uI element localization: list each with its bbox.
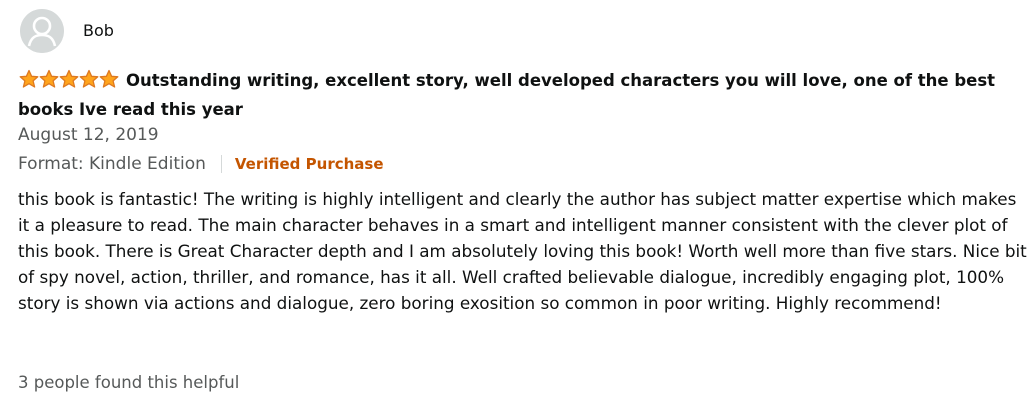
reviewer-profile[interactable]: Bob (20, 9, 114, 53)
verified-purchase-badge: Verified Purchase (234, 155, 384, 173)
helpful-count: 3 people found this helpful (18, 373, 240, 392)
star-icon (19, 69, 39, 88)
reviewer-name[interactable]: Bob (83, 21, 114, 41)
meta-divider (220, 155, 222, 173)
default-profile-icon[interactable] (20, 9, 64, 53)
review-date: August 12, 2019 (18, 125, 159, 145)
star-icon (79, 69, 99, 88)
star-icon (59, 69, 79, 88)
review-body: this book is fantastic! The writing is h… (18, 189, 1027, 313)
review-format[interactable]: Format: Kindle Edition (18, 153, 206, 175)
star-rating[interactable] (18, 69, 119, 97)
star-icon (39, 69, 59, 88)
review-title[interactable]: Outstanding writing, excellent story, we… (18, 71, 995, 119)
review-title-row: Outstanding writing, excellent story, we… (18, 68, 1018, 123)
review-format-strip: Format: Kindle Edition Verified Purchase (18, 153, 384, 175)
star-icon (99, 69, 119, 88)
